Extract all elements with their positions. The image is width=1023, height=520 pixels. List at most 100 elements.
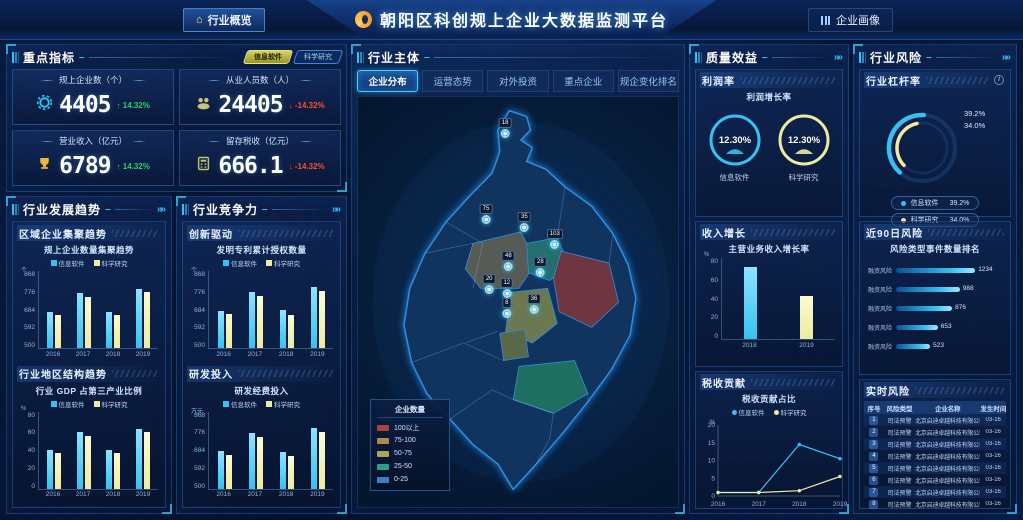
- card-title: 行业地区结构趋势: [19, 366, 107, 381]
- bar-group: [218, 311, 232, 348]
- info-icon[interactable]: i: [994, 75, 1004, 85]
- tab-规企变化排名[interactable]: 规企变化排名: [618, 70, 679, 92]
- profit-gauge: 12.30%科学研究: [775, 111, 833, 183]
- svg-text:2016: 2016: [711, 501, 726, 508]
- gauge-label: 科学研究: [789, 172, 819, 183]
- bar-group: [249, 433, 263, 489]
- nav-industry-overview[interactable]: ⌂ 行业概览: [183, 8, 265, 32]
- tab-重点企业[interactable]: 重点企业: [553, 70, 614, 92]
- hatch-decoration: [112, 230, 159, 237]
- legend-item[interactable]: 科学研究: [266, 399, 300, 409]
- map-legend-item[interactable]: 0-25: [377, 473, 443, 486]
- tab-运营态势[interactable]: 运营态势: [422, 70, 483, 92]
- table-row[interactable]: 2司法预警北京启迪卓越科技有限公司03-16: [864, 426, 1006, 438]
- legend-item[interactable]: 科学研究: [94, 399, 128, 409]
- app-logo-icon: [355, 11, 372, 28]
- map-marker-value: 103: [547, 229, 563, 239]
- table-header-row: 序号风险类型企业名称发生时间: [864, 401, 1006, 414]
- risk-type-cell: 司法预警: [884, 476, 915, 485]
- table-row[interactable]: 1司法预警北京启迪卓越科技有限公司03-16: [864, 414, 1006, 426]
- risk-rank-value: 1234: [978, 266, 992, 273]
- y-tick: 500: [194, 483, 205, 490]
- map-legend-label: 100以上: [394, 423, 420, 433]
- tab-企业分布[interactable]: 企业分布: [357, 70, 418, 92]
- chart-title: 行业 GDP 占第三产业比例: [17, 385, 161, 397]
- legend-item[interactable]: 科学研究: [94, 258, 128, 268]
- table-row[interactable]: 4司法预警北京启迪卓越科技有限公司03-16: [864, 450, 1006, 462]
- map-pin-icon: [501, 129, 510, 138]
- more-arrows-icon[interactable]: »»: [1002, 52, 1011, 63]
- legend-item[interactable]: 科学研究: [774, 407, 807, 417]
- legend-item[interactable]: 信息软件: [223, 399, 257, 409]
- top-header: ⌂ 行业概览 朝阳区科创规上企业大数据监测平台 企业画像: [0, 0, 1023, 40]
- line-decoration: [434, 57, 679, 58]
- map-legend-item[interactable]: 100以上: [377, 421, 443, 434]
- bar: [319, 432, 325, 489]
- hatch-decoration: [112, 370, 159, 377]
- filter-pill[interactable]: 信息软件: [243, 50, 294, 64]
- map-marker[interactable]: 36: [528, 294, 541, 314]
- dash-decoration: –: [926, 52, 932, 63]
- filter-pill[interactable]: 科学研究: [293, 50, 344, 64]
- stat-card-delta: ↓ -14.32%: [289, 101, 325, 110]
- map-marker[interactable]: 75: [480, 204, 493, 224]
- map-marker[interactable]: 20: [483, 274, 496, 294]
- company-cell: 北京启迪卓越科技有限公司: [915, 500, 980, 509]
- map-legend-item[interactable]: 25-50: [377, 460, 443, 473]
- realtime-risk-table: 序号风险类型企业名称发生时间1司法预警北京启迪卓越科技有限公司03-162司法预…: [864, 398, 1006, 510]
- nav-enterprise-profile[interactable]: 企业画像: [808, 8, 893, 32]
- bar-group: [77, 432, 91, 489]
- map-marker-value: 28: [534, 257, 547, 267]
- map-legend-item[interactable]: 50-75: [377, 447, 443, 460]
- chart-title: 主营业务收入增长率: [700, 243, 838, 255]
- leverage-legend-pill[interactable]: 信息软件39.2%: [891, 196, 980, 210]
- more-arrows-icon[interactable]: »»: [332, 204, 341, 215]
- table-row[interactable]: 6司法预警北京启迪卓越科技有限公司03-16: [864, 474, 1006, 486]
- bar: [744, 267, 757, 339]
- map-marker[interactable]: 12: [500, 278, 513, 298]
- map-legend-item[interactable]: 75-100: [377, 434, 443, 447]
- card-title: 近90日风险: [866, 225, 923, 240]
- industry-trend-panel: 行业发展趋势 – »» 区域企业集聚趋势规上企业数量集聚趋势信息软件科学研究个8…: [6, 196, 172, 514]
- axis-unit-label: 个: [21, 265, 27, 274]
- x-tick: 2016: [216, 491, 230, 498]
- bar-group: [280, 452, 294, 489]
- table-row[interactable]: 5司法预警北京启迪卓越科技有限公司03-16: [864, 462, 1006, 474]
- chart-card: 研发投入研发经费投入信息软件科学研究万元86877668459250020162…: [187, 366, 336, 505]
- nav-industry-overview-label: 行业概览: [208, 12, 252, 28]
- legend-label: 信息软件: [231, 258, 257, 268]
- map-marker[interactable]: 48: [502, 251, 515, 271]
- risk-panel: 行业风险 – »» 行业杠杆率i 39.2%34.0% 信息软件39.2%科学研…: [853, 44, 1017, 514]
- hatch-decoration: [751, 379, 836, 386]
- map-marker[interactable]: 35: [518, 212, 531, 232]
- bar: [106, 312, 112, 348]
- section-title: 重点指标: [23, 49, 75, 66]
- tab-对外投资[interactable]: 对外投资: [487, 70, 548, 92]
- chart-title: 利润增长率: [700, 91, 838, 103]
- legend-item[interactable]: 信息软件: [223, 258, 257, 268]
- map-marker[interactable]: 8: [502, 298, 511, 318]
- map-marker[interactable]: 103: [547, 229, 563, 249]
- bar: [226, 314, 232, 348]
- bar: [249, 292, 255, 348]
- table-header-cell: 发生时间: [980, 403, 1006, 413]
- svg-text:39.2%: 39.2%: [964, 109, 986, 118]
- date-cell: 03-16: [980, 417, 1006, 423]
- table-row[interactable]: 3司法预警北京启迪卓越科技有限公司03-16: [864, 438, 1006, 450]
- more-arrows-icon[interactable]: »»: [157, 204, 166, 215]
- legend-item[interactable]: 信息软件: [51, 258, 85, 268]
- x-tick: 2018: [279, 491, 293, 498]
- table-row[interactable]: 7司法预警北京启迪卓越科技有限公司03-16: [864, 486, 1006, 498]
- legend-label: 科学研究: [274, 399, 300, 409]
- risk-type-label: 融资风险: [864, 285, 892, 294]
- more-arrows-icon[interactable]: »»: [834, 52, 843, 63]
- y-tick: 592: [24, 324, 35, 331]
- map-marker[interactable]: 28: [534, 257, 547, 277]
- bar-group: [47, 312, 61, 348]
- map-marker[interactable]: 18: [499, 118, 512, 138]
- legend-item[interactable]: 科学研究: [266, 258, 300, 268]
- legend-item[interactable]: 信息软件: [51, 399, 85, 409]
- legend-item[interactable]: 信息软件: [732, 407, 765, 417]
- table-row[interactable]: 8司法预警北京启迪卓越科技有限公司03-16: [864, 498, 1006, 510]
- table-header-cell: 序号: [864, 403, 884, 413]
